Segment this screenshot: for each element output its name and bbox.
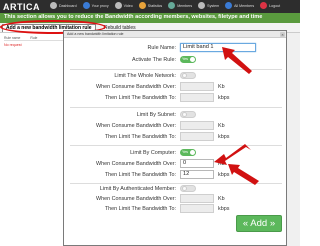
nav-label: Your proxy [91, 3, 109, 8]
nav-label: System [207, 3, 220, 8]
nav-label: Dashboard [59, 3, 77, 8]
toggle-knob [182, 73, 187, 78]
nav-your-proxy[interactable]: Your proxy [82, 2, 109, 9]
consume-over-label: When Consume Bandwidth Over: [96, 161, 176, 167]
logout-icon [260, 2, 268, 9]
kbps-unit: kbps [218, 95, 230, 101]
limit-to-label: Then Limit The Bandwidth To: [104, 172, 176, 178]
toggle-knob [190, 150, 195, 155]
limit-to-label: Then Limit The Bandwidth To: [104, 95, 176, 101]
screenshot-root: ARTICA Dashboard Your proxy Video Statis… [0, 0, 300, 246]
subnet-consume-over-input[interactable] [180, 121, 214, 130]
limit-auth-member-toggle[interactable] [180, 185, 196, 192]
add-button[interactable]: « Add » [236, 215, 282, 232]
all-members-icon [225, 2, 233, 9]
toggle-knob [190, 57, 195, 62]
nav-members[interactable]: Members [168, 2, 192, 9]
system-icon [198, 2, 206, 9]
computer-limit-to-input[interactable]: 12 [180, 170, 214, 179]
limit-computer-label: Limit By Computer: [130, 150, 176, 156]
proxy-icon [82, 2, 90, 9]
dialog-title: Add a new bandwidth limitation rule [67, 32, 124, 36]
nav-statistics[interactable]: Statistics [138, 2, 163, 9]
limit-to-label: Then Limit The Bandwidth To: [104, 206, 176, 212]
limit-auth-member-label: Limit By Authenticated Member: [99, 186, 176, 192]
dialog-title-bar: Add a new bandwidth limitation rule × [64, 31, 286, 38]
limit-subnet-toggle[interactable] [180, 111, 196, 118]
toggle-knob [182, 112, 187, 117]
divider [70, 107, 282, 108]
rules-list-header: Rule name Rule [4, 35, 64, 41]
column-header[interactable]: Rule name [4, 36, 20, 40]
members-icon [168, 2, 176, 9]
rules-list: Rule name Rule No request [4, 35, 64, 51]
nav-label: Members [177, 3, 193, 8]
auth-limit-to-input[interactable] [180, 204, 214, 213]
consume-over-label: When Consume Bandwidth Over: [96, 196, 176, 202]
consume-over-label: When Consume Bandwidth Over: [96, 84, 176, 90]
statistics-icon [138, 2, 146, 9]
limit-computer-toggle[interactable]: Yes [180, 149, 196, 156]
computer-consume-over-input[interactable]: 0 [180, 159, 214, 168]
activate-rule-label: Activate The Rule: [132, 57, 176, 63]
toggle-knob [182, 186, 187, 191]
nav-logout[interactable]: Logout [260, 2, 280, 9]
activate-rule-toggle[interactable]: Yes [180, 56, 196, 63]
kbps-unit: kbps [218, 206, 230, 212]
limit-network-toggle[interactable] [180, 72, 196, 79]
divider [70, 145, 282, 146]
kbps-unit: kbps [218, 172, 230, 178]
subnet-limit-to-input[interactable] [180, 132, 214, 141]
auth-consume-over-input[interactable] [180, 194, 214, 203]
nav-dashboard[interactable]: Dashboard [50, 2, 77, 9]
list-item: No request [4, 43, 22, 47]
section-title: This section allows you to reduce the Ba… [4, 14, 263, 20]
toggle-state: Yes [182, 57, 188, 61]
right-sidebar [286, 33, 300, 246]
nav-label: Statistics [147, 3, 163, 8]
network-limit-to-input[interactable] [180, 93, 214, 102]
kb-unit: Kb [218, 196, 225, 202]
kb-unit: Kb [218, 123, 225, 129]
nav-label: Video [123, 3, 133, 8]
kbps-unit: kbps [218, 134, 230, 140]
network-consume-over-input[interactable] [180, 82, 214, 91]
rule-name-input[interactable]: Limit band 1 [180, 43, 256, 52]
consume-over-label: When Consume Bandwidth Over: [96, 123, 176, 129]
video-icon [114, 2, 122, 9]
dashboard-icon [50, 2, 57, 9]
app-logo: ARTICA [3, 2, 40, 12]
kb-unit: Kb [218, 84, 225, 90]
limit-subnet-label: Limit By Subnet: [136, 112, 176, 118]
close-icon[interactable]: × [280, 32, 285, 37]
divider [70, 69, 282, 70]
limit-network-label: Limit The Whole Network: [114, 73, 176, 79]
top-nav: Dashboard Your proxy Video Statistics Me… [50, 2, 286, 9]
rule-name-label: Rule Name: [147, 45, 176, 51]
toggle-state: Yes [182, 150, 188, 154]
nav-system[interactable]: System [198, 2, 219, 9]
kb-unit: Kb [218, 161, 225, 167]
nav-video[interactable]: Video [114, 2, 133, 9]
nav-all-members[interactable]: All Members [225, 2, 254, 9]
nav-label: Logout [269, 3, 281, 8]
nav-label: All Members [234, 3, 255, 8]
add-rule-dialog: Add a new bandwidth limitation rule × Ru… [63, 30, 287, 246]
divider [70, 183, 282, 184]
column-header[interactable]: Rule [30, 36, 37, 40]
limit-to-label: Then Limit The Bandwidth To: [104, 134, 176, 140]
